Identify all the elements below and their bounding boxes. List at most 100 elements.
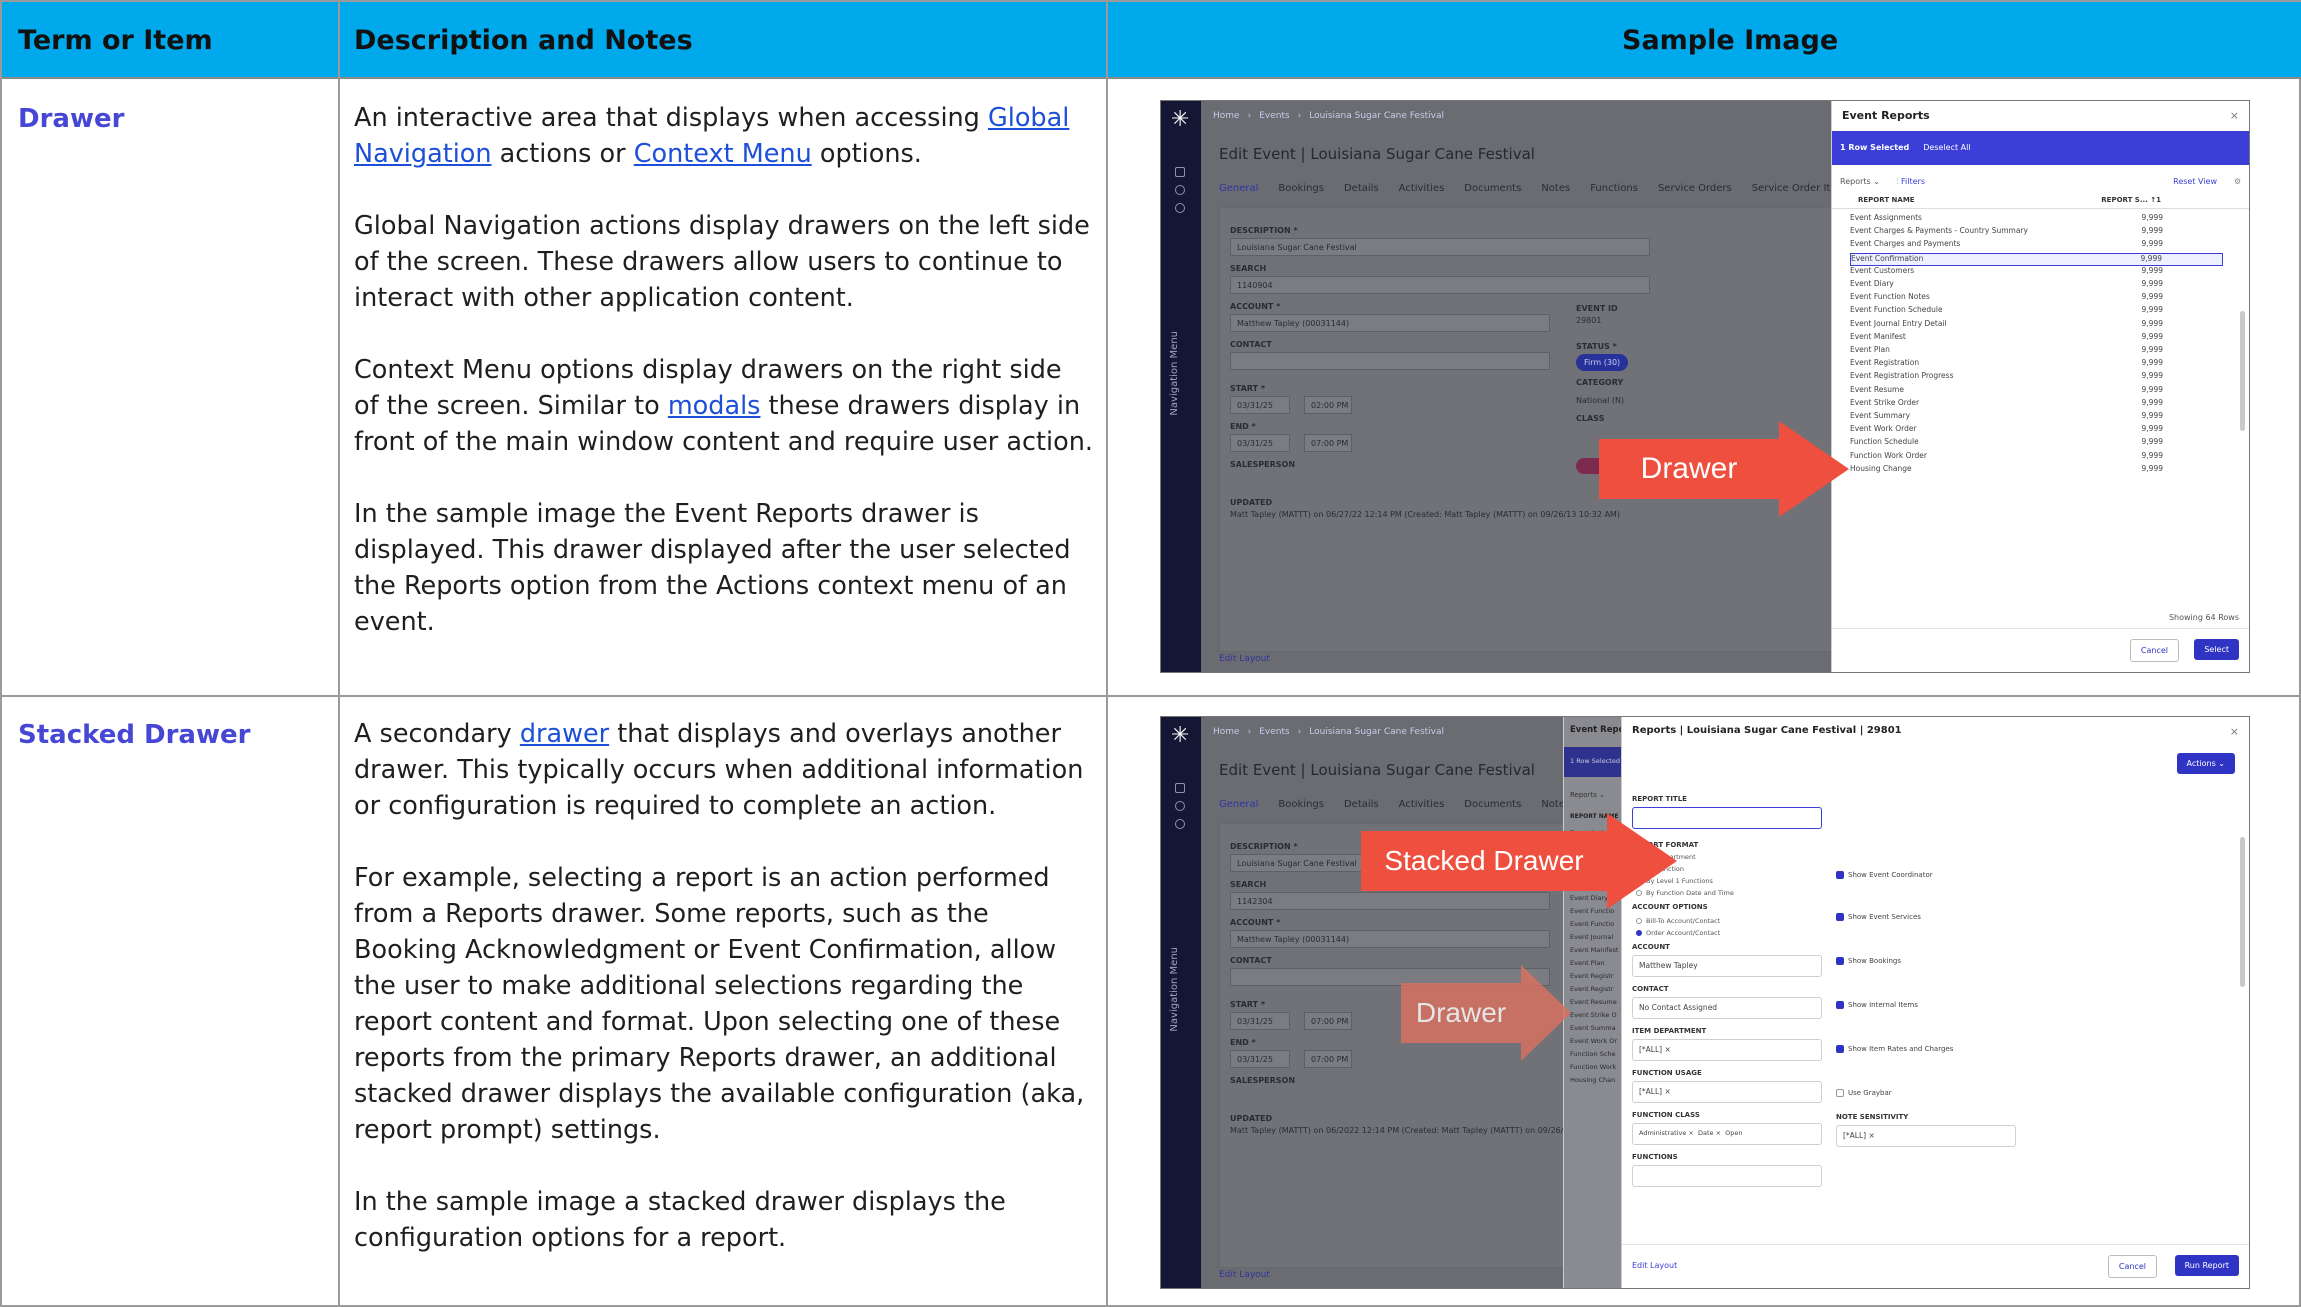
close-icon[interactable]: × xyxy=(2230,109,2239,122)
tab-service-orders[interactable]: Service Orders xyxy=(1658,183,1732,194)
table-row[interactable]: Event Charges & Payments - Country Summa… xyxy=(1850,226,2223,239)
run-report-button[interactable]: Run Report xyxy=(2174,1255,2239,1276)
start-time-field[interactable]: 07:00 PM xyxy=(1304,1012,1352,1030)
reports-menu-button[interactable]: Reports ⌄ xyxy=(1840,177,1880,186)
table-row[interactable]: Event Function Schedule 9,999 xyxy=(1850,305,2223,318)
table-row[interactable]: Function Schedule 9,999 xyxy=(1850,437,2223,450)
tab-functions[interactable]: Functions xyxy=(1590,183,1638,194)
show-bookings-checkbox[interactable]: Show Bookings xyxy=(1836,957,1901,965)
show-event-services-checkbox[interactable]: Show Event Services xyxy=(1836,913,1921,921)
table-row[interactable]: Event Assignments 9,999 xyxy=(1850,213,2223,226)
star-icon xyxy=(1175,185,1185,195)
tab-notes[interactable]: Notes xyxy=(1541,183,1570,194)
end-label: END * xyxy=(1230,422,1256,431)
salesperson-label: SALESPERSON xyxy=(1230,1076,1296,1085)
filters-button[interactable]: Filters xyxy=(1901,177,1925,186)
table-row[interactable]: Event Confirmation 9,999 xyxy=(1850,252,2223,266)
tab-documents[interactable]: Documents xyxy=(1464,183,1521,194)
cancel-button[interactable]: Cancel xyxy=(2129,639,2179,662)
search-field[interactable]: 1140904 xyxy=(1230,276,1650,294)
table-row[interactable]: Event Summary 9,999 xyxy=(1850,411,2223,424)
description-label: DESCRIPTION * xyxy=(1230,842,1298,851)
use-graybar-checkbox[interactable]: Use Graybar xyxy=(1836,1089,1892,1097)
select-button[interactable]: Select xyxy=(2194,639,2239,660)
report-name: Event Registration xyxy=(1850,358,1920,368)
table-row[interactable]: Event Diary 9,999 xyxy=(1850,279,2223,292)
table-row[interactable]: Event Charges and Payments 9,999 xyxy=(1850,239,2223,252)
edit-layout-link[interactable]: Edit Layout xyxy=(1219,1270,1270,1280)
scrollbar[interactable] xyxy=(2240,311,2245,431)
breadcrumb-home[interactable]: Home xyxy=(1213,111,1240,121)
account-field[interactable]: Matthew Tapley (00031144) xyxy=(1230,930,1550,948)
column-report-name[interactable]: REPORT NAME xyxy=(1858,196,1915,204)
table-row[interactable]: Event Work Order 9,999 xyxy=(1850,424,2223,437)
status-badge[interactable]: Firm (30) xyxy=(1576,354,1629,371)
reset-view-button[interactable]: Reset View xyxy=(2173,177,2217,186)
show-item-rates-checkbox[interactable]: Show Item Rates and Charges xyxy=(1836,1045,1953,1053)
end-date-field[interactable]: 03/31/25 xyxy=(1230,434,1290,452)
table-row[interactable]: Event Plan 9,999 xyxy=(1850,345,2223,358)
tab-details[interactable]: Details xyxy=(1344,183,1379,194)
table-row[interactable]: Event Registration Progress 9,999 xyxy=(1850,371,2223,384)
table-row[interactable]: Event Registration 9,999 xyxy=(1850,358,2223,371)
table-row[interactable]: Event Strike Order 9,999 xyxy=(1850,398,2223,411)
table-row[interactable]: Event Journal Entry Detail 9,999 xyxy=(1850,319,2223,332)
tab-documents[interactable]: Documents xyxy=(1464,799,1521,810)
account-field[interactable]: Matthew Tapley (00031144) xyxy=(1230,314,1550,332)
contact-select[interactable]: No Contact Assigned xyxy=(1632,997,1822,1019)
functions-select[interactable] xyxy=(1632,1165,1822,1187)
gear-icon[interactable]: ⚙ xyxy=(2234,177,2241,186)
reports-menu-button[interactable]: Reports ⌄ xyxy=(1570,791,1605,799)
deselect-all-button[interactable]: Deselect All xyxy=(1923,143,1970,152)
table-row[interactable]: Housing Change 9,999 xyxy=(1850,464,2223,477)
navigation-menu-label: Navigation Menu xyxy=(1169,331,1180,416)
account-label: ACCOUNT * xyxy=(1230,302,1281,311)
bill-to-radio[interactable]: Bill-To Account/Contact xyxy=(1636,917,1720,925)
function-usage-select[interactable]: [*ALL] × xyxy=(1632,1081,1822,1103)
scrollbar[interactable] xyxy=(2240,837,2245,987)
list-item: Event Registr xyxy=(1570,972,1614,980)
table-row[interactable]: Event Customers 9,999 xyxy=(1850,266,2223,279)
context-menu-link[interactable]: Context Menu xyxy=(634,139,812,169)
edit-layout-link[interactable]: Edit Layout xyxy=(1219,654,1270,664)
item-department-select[interactable]: [*ALL] × xyxy=(1632,1039,1822,1061)
end-time-field[interactable]: 07:00 PM xyxy=(1304,1050,1352,1068)
description-field[interactable]: Louisiana Sugar Cane Festival xyxy=(1230,238,1650,256)
start-time-field[interactable]: 02:00 PM xyxy=(1304,396,1352,414)
start-date-field[interactable]: 03/31/25 xyxy=(1230,396,1290,414)
account-select[interactable]: Matthew Tapley xyxy=(1632,955,1822,977)
function-class-select[interactable]: Administrative × Date × Open xyxy=(1632,1123,1822,1145)
breadcrumb-home[interactable]: Home xyxy=(1213,727,1240,737)
table-row[interactable]: Event Manifest 9,999 xyxy=(1850,332,2223,345)
tab-bookings[interactable]: Bookings xyxy=(1278,183,1324,194)
tab-activities[interactable]: Activities xyxy=(1399,799,1445,810)
tab-general[interactable]: General xyxy=(1219,183,1258,194)
table-row[interactable]: Event Function Notes 9,999 xyxy=(1850,292,2223,305)
cancel-button[interactable]: Cancel xyxy=(2107,1255,2157,1278)
modals-link[interactable]: modals xyxy=(668,391,761,421)
breadcrumb-events[interactable]: Events xyxy=(1259,727,1289,737)
actions-button[interactable]: Actions ⌄ xyxy=(2176,753,2235,774)
show-event-coordinator-checkbox[interactable]: Show Event Coordinator xyxy=(1836,871,1933,879)
drawer-link[interactable]: drawer xyxy=(520,719,609,749)
tab-activities[interactable]: Activities xyxy=(1399,183,1445,194)
order-account-radio[interactable]: Order Account/Contact xyxy=(1636,929,1720,937)
show-internal-items-checkbox[interactable]: Show Internal Items xyxy=(1836,1001,1918,1009)
tab-general[interactable]: General xyxy=(1219,799,1258,810)
contact-field[interactable] xyxy=(1230,352,1550,370)
close-icon[interactable]: × xyxy=(2230,725,2239,738)
tab-details[interactable]: Details xyxy=(1344,799,1379,810)
callout-label: Stacked Drawer xyxy=(1361,831,1607,891)
column-report-sort[interactable]: REPORT S... ↑1 xyxy=(2101,196,2161,204)
end-date-field[interactable]: 03/31/25 xyxy=(1230,1050,1290,1068)
start-date-field[interactable]: 03/31/25 xyxy=(1230,1012,1290,1030)
report-value: 9,999 xyxy=(2141,411,2163,420)
note-sensitivity-select[interactable]: [*ALL] × xyxy=(1836,1125,2016,1147)
breadcrumb-events[interactable]: Events xyxy=(1259,111,1289,121)
end-time-field[interactable]: 07:00 PM xyxy=(1304,434,1352,452)
tab-bookings[interactable]: Bookings xyxy=(1278,799,1324,810)
table-row[interactable]: Event Resume 9,999 xyxy=(1850,385,2223,398)
table-row[interactable]: Function Work Order 9,999 xyxy=(1850,451,2223,464)
edit-layout-link[interactable]: Edit Layout xyxy=(1632,1261,1677,1270)
term-drawer: Drawer xyxy=(18,104,125,134)
